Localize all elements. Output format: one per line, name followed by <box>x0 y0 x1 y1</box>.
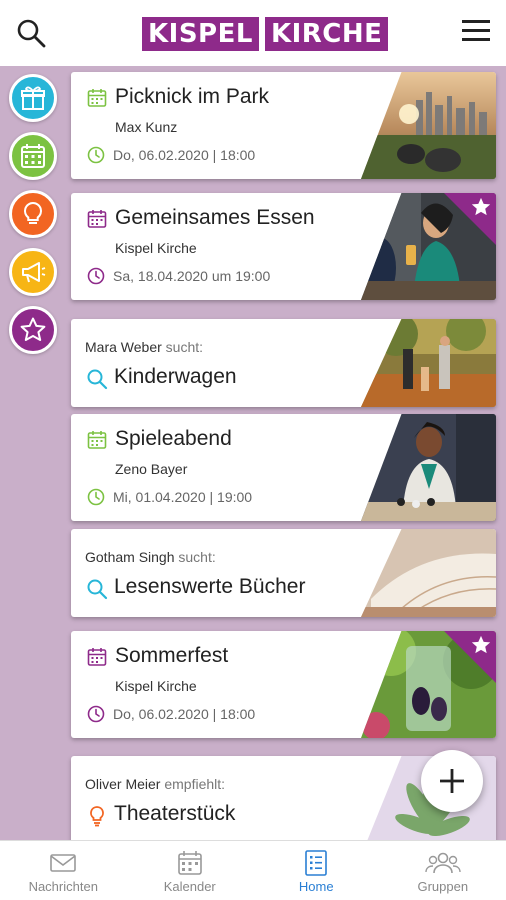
request-verb: sucht: <box>165 339 204 355</box>
calendar-icon <box>21 144 45 168</box>
search-button[interactable] <box>14 16 48 50</box>
request-verb: sucht: <box>178 549 216 565</box>
event-card[interactable]: Sommerfest Kispel Kirche Do, 06.02.2020 … <box>71 631 496 738</box>
nav-tab-home[interactable]: Home <box>253 841 380 900</box>
event-photo <box>361 414 496 521</box>
request-user: Mara Weber <box>85 339 162 355</box>
event-title: Sommerfest <box>115 644 229 667</box>
event-organizer: Max Kunz <box>115 119 178 135</box>
request-title: Kinderwagen <box>114 365 237 388</box>
nav-tab-kalender[interactable]: Kalender <box>127 841 254 900</box>
event-photo <box>361 72 496 179</box>
search-icon <box>87 579 108 600</box>
event-date: Do, 06.02.2020 | 18:00 <box>113 147 256 163</box>
hamburger-menu-icon <box>462 20 490 41</box>
nav-label: Nachrichten <box>28 879 98 894</box>
add-button[interactable] <box>421 750 483 812</box>
calendar-icon <box>177 851 202 875</box>
request-line: Mara Weber sucht: <box>85 339 203 355</box>
request-photo <box>361 529 496 617</box>
request-card[interactable]: Gotham Singh sucht: Lesenswerte Bücher <box>71 529 496 617</box>
calendar-icon <box>87 89 107 107</box>
event-organizer: Kispel Kirche <box>115 240 197 256</box>
nav-label: Gruppen <box>417 879 469 894</box>
category-rail <box>0 66 66 840</box>
plus-icon <box>440 769 464 793</box>
category-recommend-button[interactable] <box>9 306 57 354</box>
clock-icon <box>87 146 105 164</box>
event-card[interactable]: Gemeinsames Essen Kispel Kirche Sa, 18.0… <box>71 193 496 300</box>
search-icon <box>17 19 46 48</box>
event-title: Spieleabend <box>115 427 232 450</box>
bottom-navigation: Nachrichten Kalender Home Gruppen <box>0 840 506 900</box>
gift-icon <box>21 86 45 110</box>
menu-button[interactable] <box>459 14 493 48</box>
category-gift-button[interactable] <box>9 74 57 122</box>
nav-tab-nachrichten[interactable]: Nachrichten <box>0 841 127 900</box>
nav-label: Kalender <box>163 879 216 894</box>
category-announce-button[interactable] <box>9 248 57 296</box>
request-title: Lesenswerte Bücher <box>114 575 306 598</box>
lightbulb-icon <box>90 806 104 827</box>
category-calendar-button[interactable] <box>9 132 57 180</box>
feed[interactable]: Picknick im Park Max Kunz Do, 06.02.2020… <box>0 66 506 840</box>
app-header: KISPEL KIRCHE <box>0 0 506 66</box>
recommendation-verb: empfiehlt: <box>164 776 226 792</box>
event-title: Gemeinsames Essen <box>115 206 315 229</box>
event-card[interactable]: Spieleabend Zeno Bayer Mi, 01.04.2020 | … <box>71 414 496 521</box>
logo-word-2: KIRCHE <box>264 17 389 51</box>
event-date: Do, 06.02.2020 | 18:00 <box>113 706 256 722</box>
request-user: Gotham Singh <box>85 549 175 565</box>
recommendation-title: Theaterstück <box>114 802 236 825</box>
calendar-icon <box>87 648 107 666</box>
calendar-icon <box>87 431 107 449</box>
event-card[interactable]: Picknick im Park Max Kunz Do, 06.02.2020… <box>71 72 496 179</box>
request-photo <box>361 319 496 407</box>
event-organizer: Kispel Kirche <box>115 678 197 694</box>
envelope-icon <box>50 854 77 872</box>
kispel-kirche-logo: KISPEL KIRCHE <box>142 17 389 51</box>
calendar-icon <box>87 210 107 228</box>
category-idea-button[interactable] <box>9 190 57 238</box>
nav-tab-gruppen[interactable]: Gruppen <box>380 841 506 900</box>
request-line: Gotham Singh sucht: <box>85 549 216 565</box>
event-organizer: Zeno Bayer <box>115 461 188 477</box>
clock-icon <box>87 267 105 285</box>
event-date: Mi, 01.04.2020 | 19:00 <box>113 489 253 505</box>
nav-label: Home <box>298 879 334 894</box>
clock-icon <box>87 488 105 506</box>
event-date: Sa, 18.04.2020 um 19:00 <box>113 268 271 284</box>
request-card[interactable]: Mara Weber sucht: Kinderwagen <box>71 319 496 407</box>
recommendation-user: Oliver Meier <box>85 776 161 792</box>
list-icon <box>305 850 328 876</box>
clock-icon <box>87 705 105 723</box>
lightbulb-icon <box>24 201 42 224</box>
star-icon <box>471 197 491 216</box>
logo-word-1: KISPEL <box>142 17 259 51</box>
recommendation-line: Oliver Meier empfiehlt: <box>85 776 225 792</box>
star-icon <box>471 635 491 654</box>
megaphone-icon <box>22 262 46 283</box>
search-icon <box>87 369 108 390</box>
group-icon <box>425 852 461 874</box>
star-icon <box>20 317 46 341</box>
event-title: Picknick im Park <box>115 85 270 108</box>
